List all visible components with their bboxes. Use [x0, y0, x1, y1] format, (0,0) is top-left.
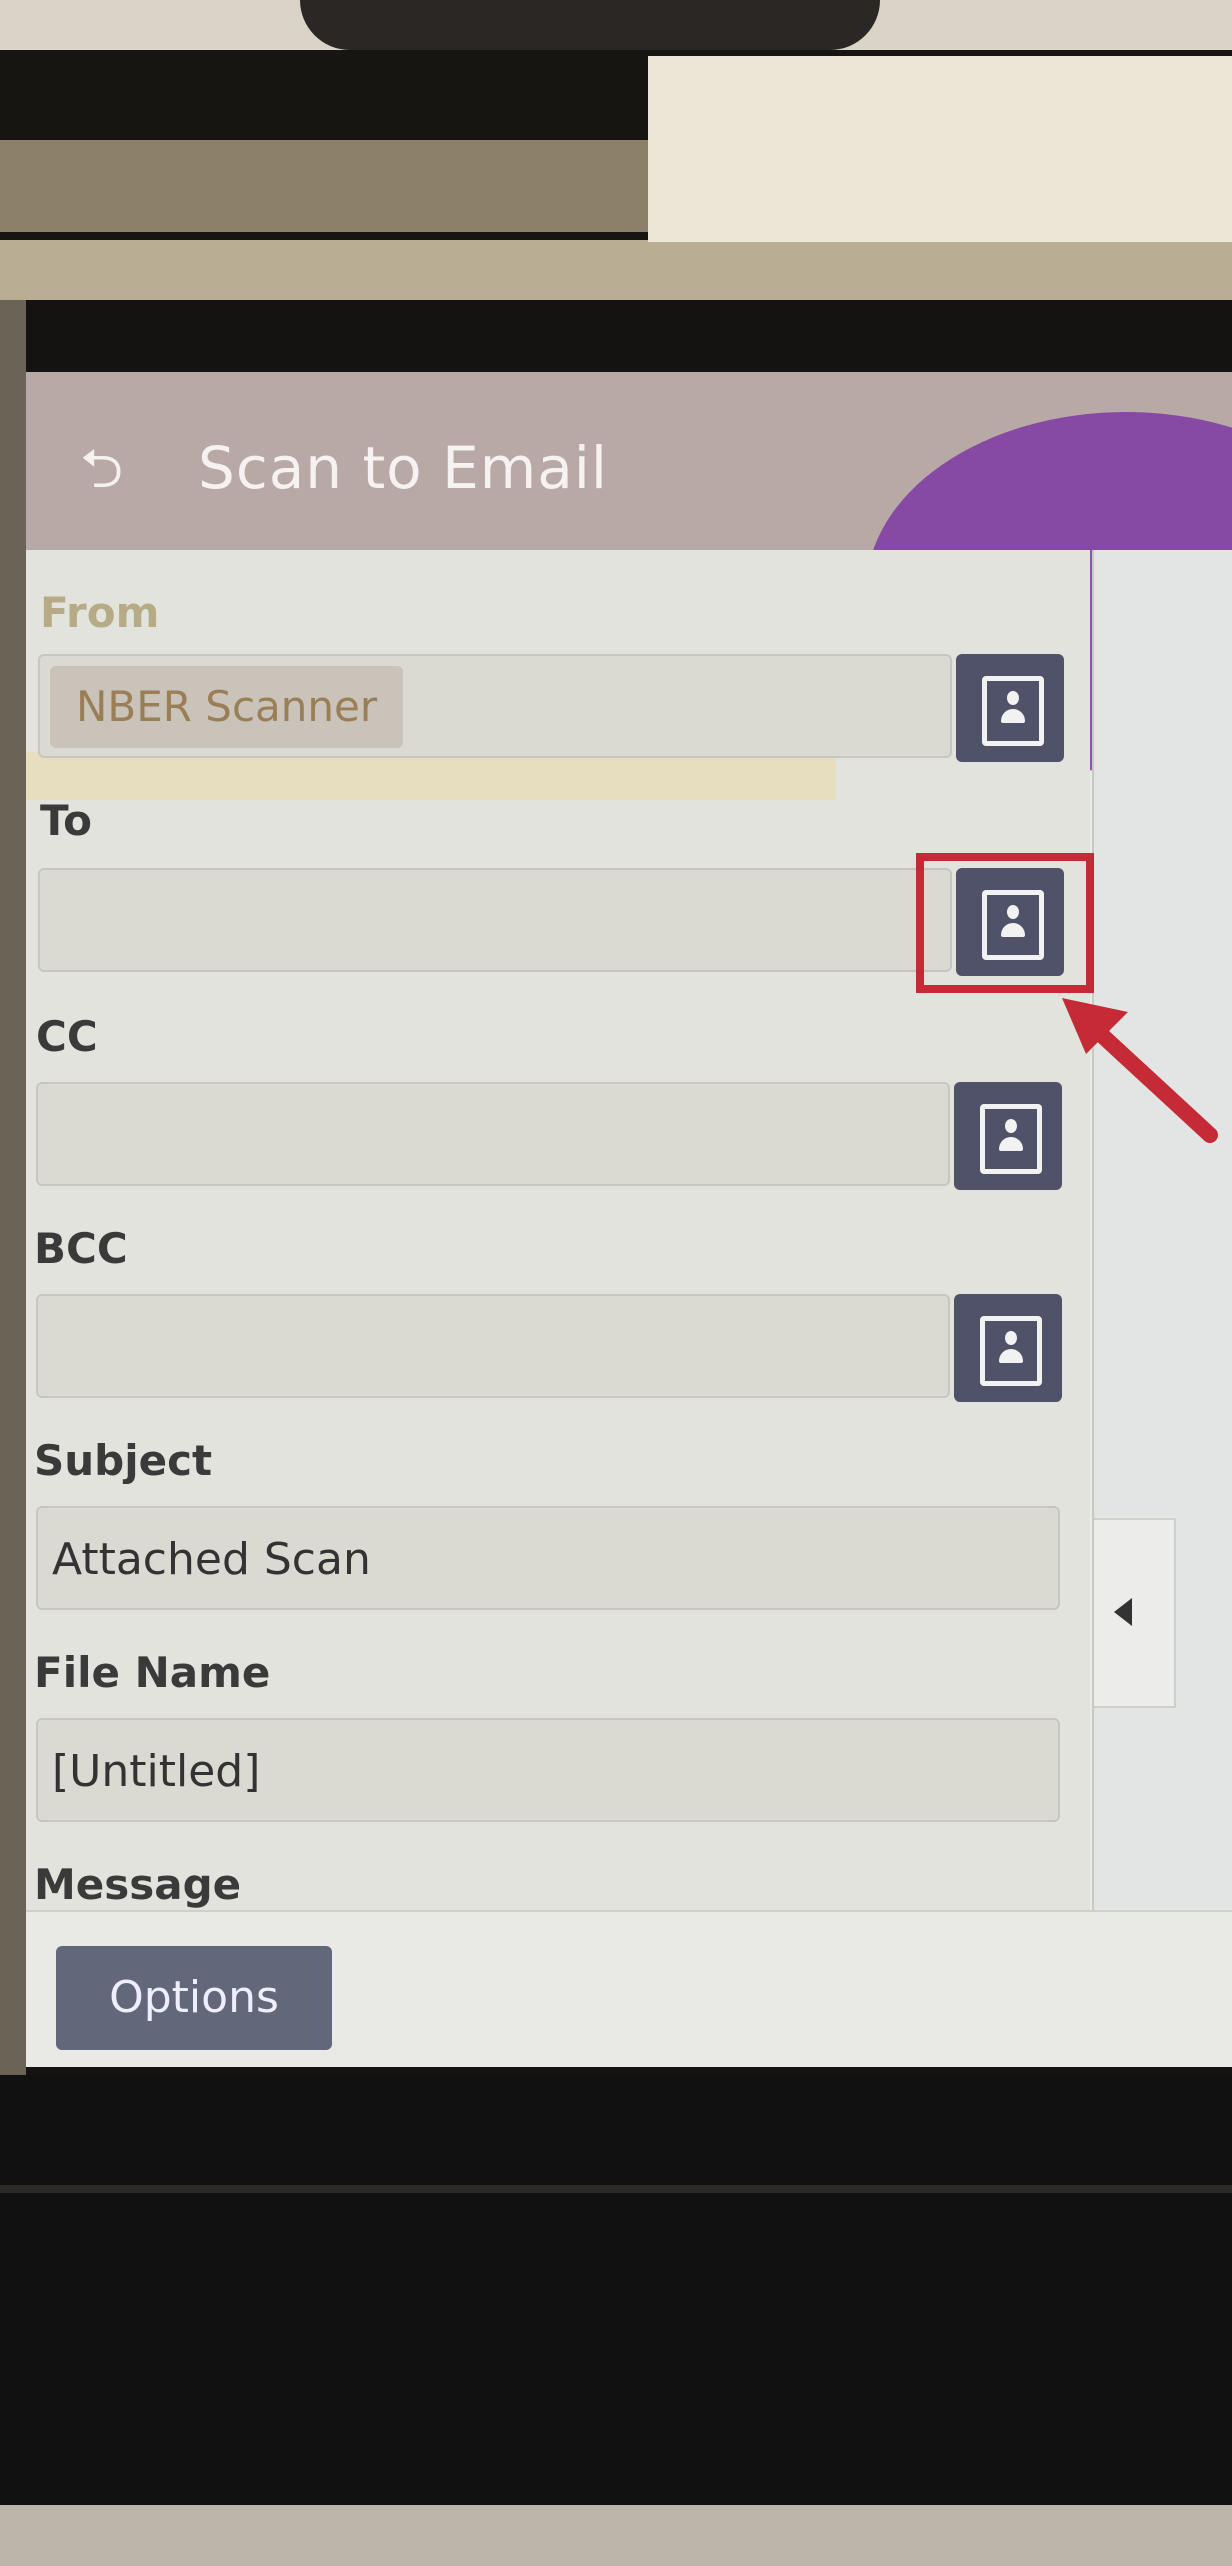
subject-label: Subject [34, 1436, 213, 1485]
address-book-icon [980, 1316, 1042, 1386]
to-field[interactable] [38, 868, 952, 972]
back-icon[interactable]: ⮌ [80, 440, 150, 498]
from-chip[interactable]: NBER Scanner [50, 666, 404, 748]
from-field[interactable]: NBER Scanner [38, 654, 952, 758]
message-label: Message [34, 1860, 242, 1909]
collapse-arrow-icon [1114, 1598, 1132, 1626]
subject-field[interactable]: Attached Scan [36, 1506, 1060, 1610]
page-title: Scan to Email [198, 434, 609, 502]
file-name-label: File Name [34, 1648, 271, 1697]
expand-panel-tab[interactable] [1094, 1518, 1176, 1708]
file-name-field[interactable]: [Untitled] [36, 1718, 1060, 1822]
header-bar: ⮌ Scan to Email [26, 372, 1232, 772]
cc-label: CC [36, 1012, 98, 1061]
bcc-label: BCC [34, 1224, 128, 1273]
photo-top-bezel [0, 0, 1232, 50]
options-button[interactable]: Options [56, 1946, 332, 2050]
from-address-book-button[interactable] [956, 654, 1064, 762]
bcc-address-book-button[interactable] [954, 1294, 1062, 1402]
bcc-field[interactable] [36, 1294, 950, 1398]
device-lower-frame [0, 2075, 1232, 2566]
address-book-icon [982, 676, 1044, 746]
cc-field[interactable] [36, 1082, 950, 1186]
to-label: To [40, 796, 92, 845]
pointer-arrow-icon [1062, 998, 1218, 1143]
from-label: From [40, 588, 160, 637]
bottom-bar: Options [26, 1910, 1232, 2067]
email-form: From NBER Scanner To CC BCC Subject Atta… [26, 550, 1090, 1910]
printer-screen: ⮌ Scan to Email From NBER Scanner To CC … [26, 372, 1232, 2067]
device-label-sticker [648, 56, 1232, 242]
